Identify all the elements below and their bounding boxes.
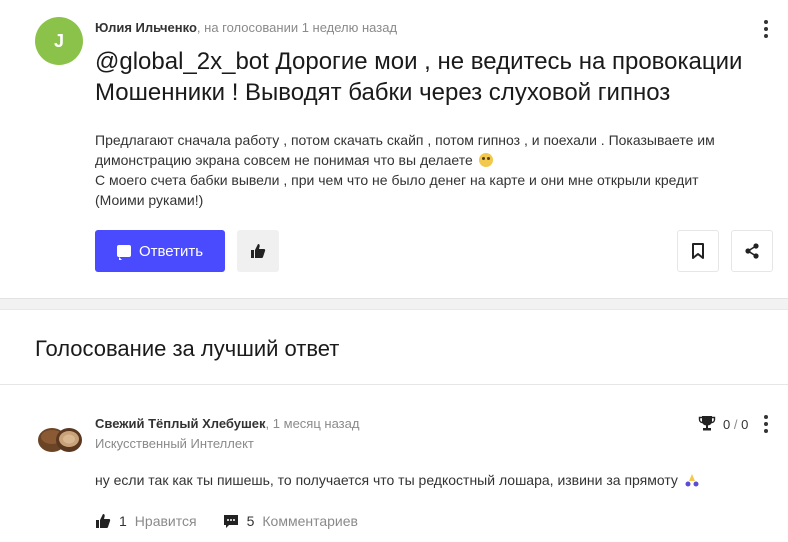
question-meta: Юлия Ильченко, на голосовании 1 неделю н… bbox=[95, 20, 397, 35]
comments-label: Комментариев bbox=[262, 513, 358, 529]
answer-time: 1 месяц назад bbox=[272, 416, 360, 431]
vote-score: 0 / 0 bbox=[723, 417, 748, 432]
answer-text-content: ну если так как ты пишешь, то получается… bbox=[95, 472, 678, 488]
answer-author[interactable]: Свежий Тёплый Хлебушек bbox=[95, 416, 266, 431]
meta-separator: , bbox=[265, 416, 270, 431]
question-title-line: @global_2x_bot Дорогие мои , не ведитесь… bbox=[95, 48, 743, 75]
emoji-icon bbox=[478, 153, 493, 167]
question-body-line: Предлагают сначала работу , потом скачат… bbox=[95, 132, 715, 148]
meta-separator: , bbox=[196, 20, 201, 35]
like-button[interactable] bbox=[237, 230, 279, 272]
section-title: Голосование за лучший ответ bbox=[35, 336, 340, 361]
share-button[interactable] bbox=[731, 230, 773, 272]
question-body-text: димонстрацию экрана совсем не понимая чт… bbox=[95, 152, 473, 168]
question-body-line: С моего счета бабки вывели , при чем что… bbox=[95, 172, 699, 188]
chat-icon bbox=[116, 245, 131, 260]
avatar[interactable]: J bbox=[35, 17, 83, 65]
answer-text: ну если так как ты пишешь, то получается… bbox=[95, 472, 700, 488]
share-icon bbox=[745, 243, 759, 259]
comments-count: 5 bbox=[246, 513, 255, 529]
answer-meta: Свежий Тёплый Хлебушек, 1 месяц назад bbox=[95, 416, 359, 431]
question-title-line: Мошенники ! Выводят бабки через слуховой… bbox=[95, 79, 671, 106]
question-body: Предлагают сначала работу , потом скачат… bbox=[95, 130, 765, 210]
question-body-line: димонстрацию экрана совсем не понимая чт… bbox=[95, 150, 765, 170]
likes-count: 1 bbox=[119, 513, 127, 529]
score-separator: / bbox=[733, 417, 738, 432]
bookmark-button[interactable] bbox=[677, 230, 719, 272]
score-value: 0 bbox=[741, 417, 749, 432]
answer-button-label: Ответить bbox=[138, 242, 204, 260]
question-author[interactable]: Юлия Ильченко bbox=[95, 20, 197, 35]
comments-action[interactable]: 5 Комментариев bbox=[223, 513, 358, 529]
avatar[interactable] bbox=[36, 418, 84, 454]
bookmark-icon bbox=[692, 243, 704, 259]
more-vertical-icon[interactable] bbox=[760, 20, 772, 38]
question-card: J Юлия Ильченко, на голосовании 1 неделю… bbox=[0, 0, 788, 300]
thumbs-up-icon bbox=[96, 514, 111, 528]
answer-button[interactable]: Ответить bbox=[95, 230, 225, 272]
emoji-icon bbox=[685, 474, 699, 487]
question-body-line: (Моими руками!) bbox=[95, 192, 204, 208]
divider bbox=[0, 384, 788, 385]
section-divider bbox=[0, 298, 788, 310]
comments-icon bbox=[223, 514, 238, 528]
answer-actions: 1 Нравится 5 Комментариев bbox=[95, 513, 358, 529]
trophy-icon[interactable] bbox=[698, 415, 716, 431]
thumbs-up-icon bbox=[251, 244, 266, 258]
likes-label: Нравится bbox=[134, 513, 197, 529]
answer-category[interactable]: Искусственный Интеллект bbox=[95, 436, 254, 451]
question-title: @global_2x_bot Дорогие мои , не ведитесь… bbox=[95, 46, 775, 108]
like-action[interactable]: 1 Нравится bbox=[95, 513, 197, 529]
question-status-time: на голосовании 1 неделю назад bbox=[204, 20, 398, 35]
score-value: 0 bbox=[723, 417, 731, 432]
more-vertical-icon[interactable] bbox=[760, 415, 772, 433]
